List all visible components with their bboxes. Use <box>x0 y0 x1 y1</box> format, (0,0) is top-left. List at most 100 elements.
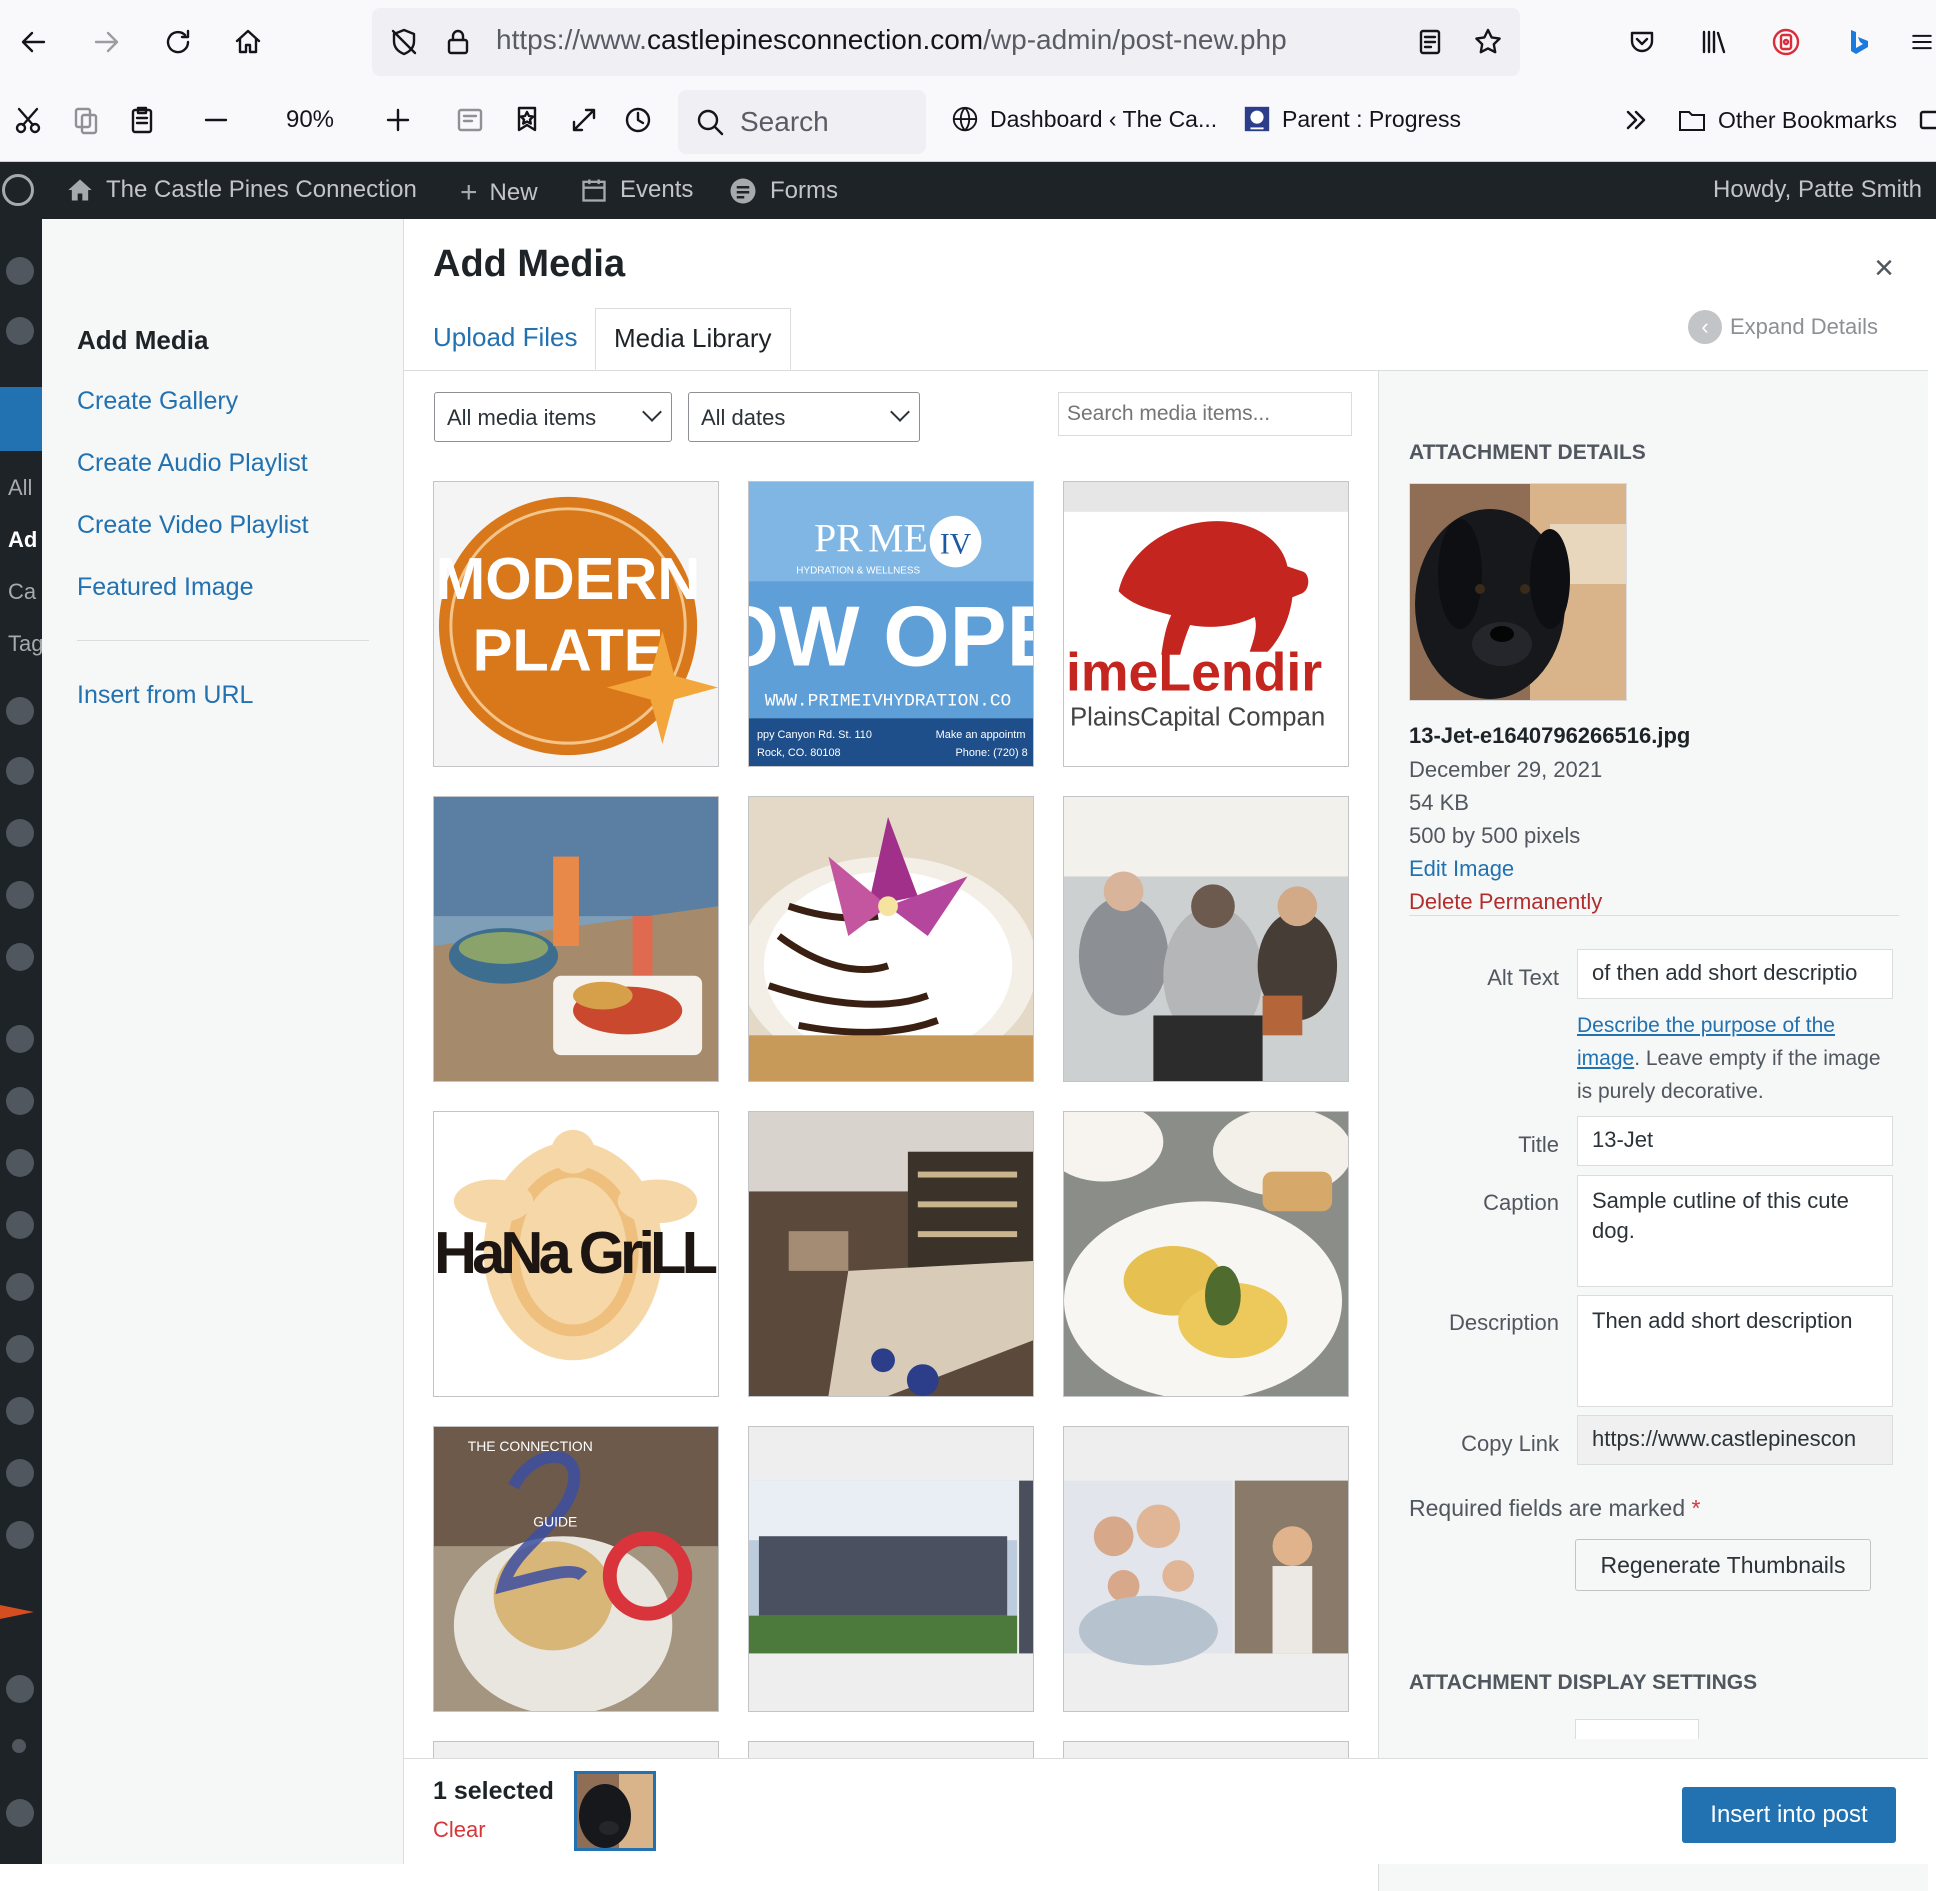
media-thumbnail[interactable] <box>748 1111 1034 1397</box>
table-menu-icon[interactable] <box>6 1087 34 1115</box>
copy-link-field[interactable]: https://www.castlepinescon <box>1577 1415 1893 1465</box>
collapse-menu-icon[interactable] <box>6 1799 34 1827</box>
pocket-icon[interactable] <box>1622 22 1662 62</box>
edit-image-link[interactable]: Edit Image <box>1409 856 1514 882</box>
media-thumbnail[interactable] <box>1063 1426 1349 1712</box>
history-icon[interactable] <box>620 102 656 138</box>
details-divider <box>1409 915 1899 916</box>
tab-media-library[interactable]: Media Library <box>595 308 791 370</box>
users-menu-icon[interactable] <box>6 1211 34 1239</box>
menu-create-video-playlist[interactable]: Create Video Playlist <box>77 511 309 540</box>
regenerate-thumbnails-button[interactable]: Regenerate Thumbnails <box>1575 1539 1871 1591</box>
copy-icon[interactable] <box>68 102 104 138</box>
chevron-double-right-icon[interactable] <box>1618 102 1654 138</box>
search2-menu-icon[interactable] <box>6 1459 34 1487</box>
menu-create-gallery[interactable]: Create Gallery <box>77 387 238 416</box>
media-thumbnail[interactable] <box>433 796 719 1082</box>
media-thumbnail[interactable]: MODERN PLATE <box>433 481 719 767</box>
screenshot-icon[interactable] <box>452 102 488 138</box>
forms-menu-icon[interactable] <box>6 819 34 847</box>
display-settings-title: ATTACHMENT DISPLAY SETTINGS <box>1409 1671 1758 1694</box>
search-menu-icon[interactable] <box>6 943 34 971</box>
alt-text-field[interactable]: of then add short descriptio <box>1577 949 1893 999</box>
insert-into-post-button[interactable]: Insert into post <box>1682 1787 1896 1843</box>
tab-upload-files[interactable]: Upload Files <box>415 308 596 370</box>
search-media-input[interactable] <box>1058 392 1352 436</box>
media-thumbnail[interactable] <box>1063 1111 1349 1397</box>
forward-icon[interactable] <box>86 22 126 62</box>
appearance-menu-icon[interactable] <box>6 1149 34 1177</box>
media-menu-icon[interactable] <box>6 757 34 785</box>
selection-count: 1 selected <box>433 1777 554 1805</box>
media-thumbnail[interactable]: PR ME IV HYDRATION & WELLNESS OW OPE WWW… <box>748 481 1034 767</box>
stats-menu-icon[interactable] <box>6 1335 34 1363</box>
admin-bar-site[interactable]: The Castle Pines Connection <box>66 176 417 204</box>
media-thumbnail[interactable] <box>748 1426 1034 1712</box>
menu-heading[interactable]: Add Media <box>77 325 208 356</box>
refresh-menu-icon[interactable] <box>6 1675 34 1703</box>
events-menu-icon[interactable] <box>6 697 34 725</box>
bookmark-parent-progress[interactable]: Parent : Progress <box>1242 104 1461 134</box>
media-type-filter[interactable]: All media items <box>434 392 672 442</box>
media-thumbnail[interactable] <box>433 1741 719 1758</box>
admin-bar-forms[interactable]: Forms <box>728 176 838 206</box>
tools-menu-icon[interactable] <box>6 1025 34 1053</box>
selected-thumbnail[interactable] <box>574 1771 656 1851</box>
paste-icon[interactable] <box>124 102 160 138</box>
bookmark-dashboard[interactable]: Dashboard ‹ The Ca... <box>950 104 1217 134</box>
description-field[interactable]: Then add short description <box>1577 1295 1893 1407</box>
title-field[interactable]: 13-Jet <box>1577 1116 1893 1166</box>
mail-menu-icon[interactable] <box>6 1521 34 1549</box>
admin-bar-greeting[interactable]: Howdy, Patte Smith <box>1713 176 1922 204</box>
admin-bar-events[interactable]: Events <box>580 176 693 204</box>
media-thumbnail[interactable]: THE CONNECTION GUIDE <box>433 1426 719 1712</box>
menu-create-audio-playlist[interactable]: Create Audio Playlist <box>77 449 308 478</box>
wrench-menu-icon[interactable] <box>6 1273 34 1301</box>
media-thumbnail[interactable] <box>748 796 1034 1082</box>
home-icon[interactable] <box>228 22 268 62</box>
reload-icon[interactable] <box>158 22 198 62</box>
dashboard-icon[interactable] <box>6 257 34 285</box>
back-icon[interactable] <box>14 22 54 62</box>
menu-insert-from-url[interactable]: Insert from URL <box>77 681 253 710</box>
dot-menu-icon[interactable] <box>12 1739 26 1753</box>
grid-menu-icon[interactable] <box>6 1397 34 1425</box>
media-thumbnail[interactable]: HaNa GriLL <box>433 1111 719 1397</box>
clear-selection-link[interactable]: Clear <box>433 1817 486 1843</box>
display-settings-field[interactable] <box>1575 1719 1699 1739</box>
media-date-filter[interactable]: All dates <box>688 392 920 442</box>
pages-menu-icon[interactable] <box>6 881 34 909</box>
wordpress-logo-icon[interactable] <box>2 174 34 206</box>
cut-icon[interactable] <box>10 102 46 138</box>
url-text[interactable]: https://www.castlepinesconnection.com/wp… <box>496 24 1287 56</box>
library-icon[interactable] <box>1694 22 1734 62</box>
close-icon[interactable]: × <box>1864 249 1904 289</box>
zoom-out-icon[interactable] <box>198 102 234 138</box>
expand-details-button[interactable]: ‹ Expand Details <box>1688 310 1878 344</box>
fullscreen-icon[interactable] <box>566 102 602 138</box>
menu-featured-image[interactable]: Featured Image <box>77 573 254 602</box>
tracking-protection-icon[interactable] <box>386 24 422 60</box>
chevron-down-icon <box>642 402 662 422</box>
media-thumbnail[interactable] <box>748 1741 1034 1758</box>
zoom-level[interactable]: 90% <box>270 106 350 134</box>
save-to-pocket-star-icon[interactable] <box>508 100 546 138</box>
media-thumbnail[interactable] <box>1063 1741 1349 1758</box>
lock-icon[interactable] <box>440 24 476 60</box>
sidebar-icon[interactable] <box>1918 104 1936 136</box>
media-thumbnail[interactable]: imeLendir PlainsCapital Compan <box>1063 481 1349 767</box>
other-bookmarks[interactable]: Other Bookmarks <box>1676 104 1897 136</box>
bookmark-star-icon[interactable] <box>1468 22 1508 62</box>
menu-icon[interactable] <box>1908 22 1936 62</box>
posts-icon[interactable] <box>0 387 42 451</box>
reader-view-icon[interactable] <box>1412 24 1448 60</box>
media-thumbnail[interactable] <box>1063 796 1349 1082</box>
bing-icon[interactable] <box>1838 22 1878 62</box>
admin-bar-new[interactable]: + New <box>460 176 538 210</box>
caption-field[interactable]: Sample cutline of this cute dog. <box>1577 1175 1893 1287</box>
delete-permanently-link[interactable]: Delete Permanently <box>1409 889 1602 915</box>
extension-red-icon[interactable] <box>1766 22 1806 62</box>
caption-label: Caption <box>1483 1190 1559 1215</box>
activity-icon[interactable] <box>6 317 34 345</box>
zoom-in-icon[interactable] <box>380 102 416 138</box>
